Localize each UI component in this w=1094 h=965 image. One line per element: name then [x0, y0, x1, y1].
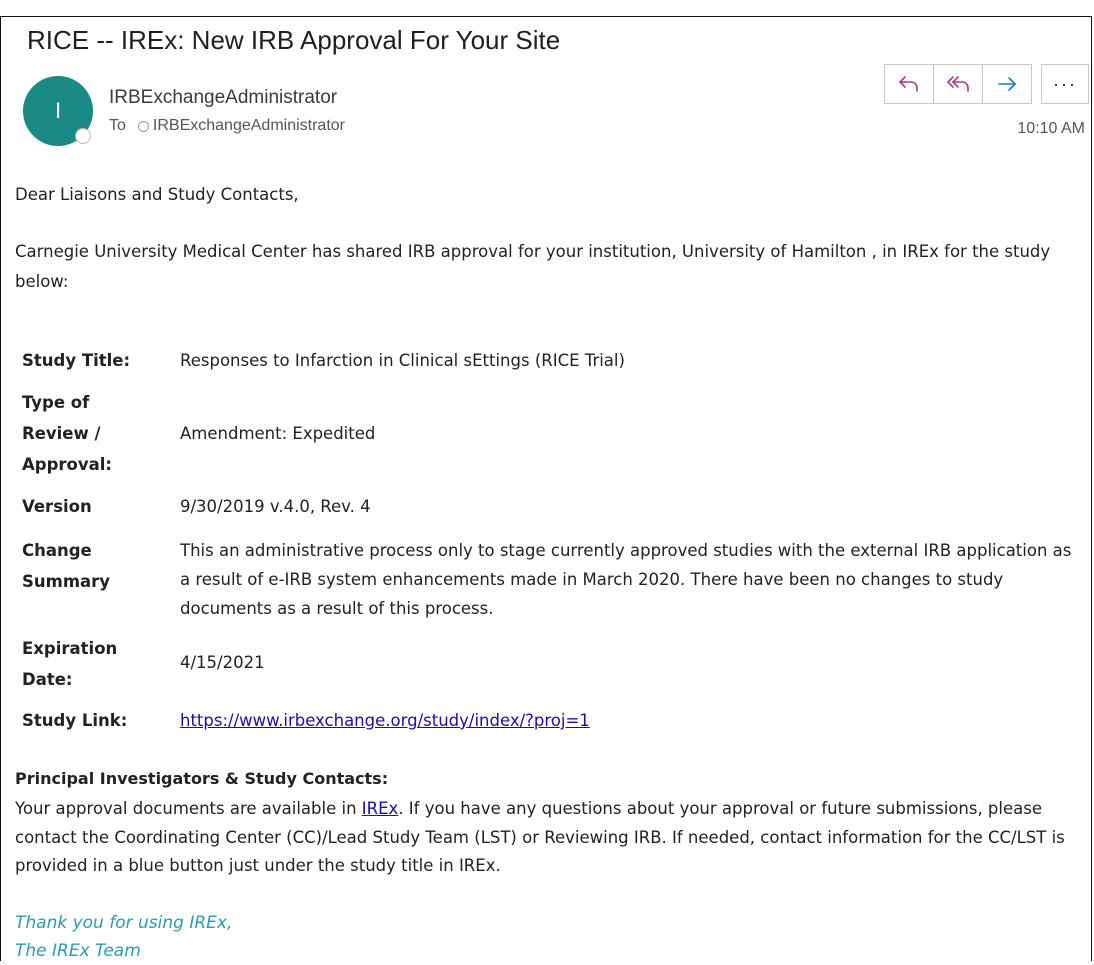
- reply-icon: [899, 76, 918, 92]
- study-link[interactable]: https://www.irbexchange.org/study/index/…: [180, 711, 590, 730]
- detail-value: This an administrative process only to s…: [180, 541, 1072, 618]
- pi-section-title: Principal Investigators & Study Contacts…: [15, 769, 389, 788]
- forward-icon: [998, 77, 1016, 91]
- intro-paragraph: Carnegie University Medical Center has s…: [15, 242, 1051, 291]
- detail-value: 9/30/2019 v.4.0, Rev. 4: [180, 497, 371, 516]
- detail-value: 4/15/2021: [180, 653, 265, 672]
- greeting: Dear Liaisons and Study Contacts,: [15, 185, 299, 204]
- detail-label: Study Link:: [22, 711, 128, 730]
- reply-all-icon: [947, 76, 969, 92]
- pi-paragraph: Your approval documents are available in…: [15, 795, 1085, 881]
- detail-label: Version: [22, 497, 92, 516]
- signature: Thank you for using IREx, The IREx Team: [15, 909, 232, 965]
- avatar-initial: I: [54, 98, 62, 123]
- recipient-name[interactable]: IRBExchangeAdministrator: [153, 117, 345, 135]
- forward-button[interactable]: [983, 65, 1031, 103]
- recipient-presence-icon: [137, 120, 149, 132]
- recipient-row: To IRBExchangeAdministrator: [109, 117, 345, 135]
- detail-value: Responses to Infarction in Clinical sEtt…: [180, 351, 625, 370]
- sender-name[interactable]: IRBExchangeAdministrator: [109, 87, 337, 109]
- pi-text-before: Your approval documents are available in: [15, 799, 362, 818]
- to-label: To: [109, 117, 126, 134]
- received-time: 10:10 AM: [1017, 120, 1085, 137]
- email-reading-pane: RICE -- IREx: New IRB Approval For Your …: [0, 16, 1092, 961]
- more-actions-button[interactable]: ···: [1041, 64, 1089, 104]
- reply-all-button[interactable]: [934, 65, 983, 103]
- signature-line-1: Thank you for using IREx,: [15, 913, 233, 933]
- message-actions: [884, 64, 1032, 104]
- irex-link[interactable]: IREx: [362, 799, 399, 818]
- detail-label: Expiration Date:: [22, 639, 118, 689]
- detail-label: Change Summary: [22, 541, 111, 591]
- detail-value: Amendment: Expedited: [180, 424, 376, 443]
- email-subject: RICE -- IREx: New IRB Approval For Your …: [27, 25, 561, 55]
- detail-label: Study Title:: [22, 351, 131, 370]
- detail-label: Type of Review / Approval:: [22, 393, 113, 474]
- presence-status-icon: [75, 128, 91, 144]
- reply-button[interactable]: [885, 65, 934, 103]
